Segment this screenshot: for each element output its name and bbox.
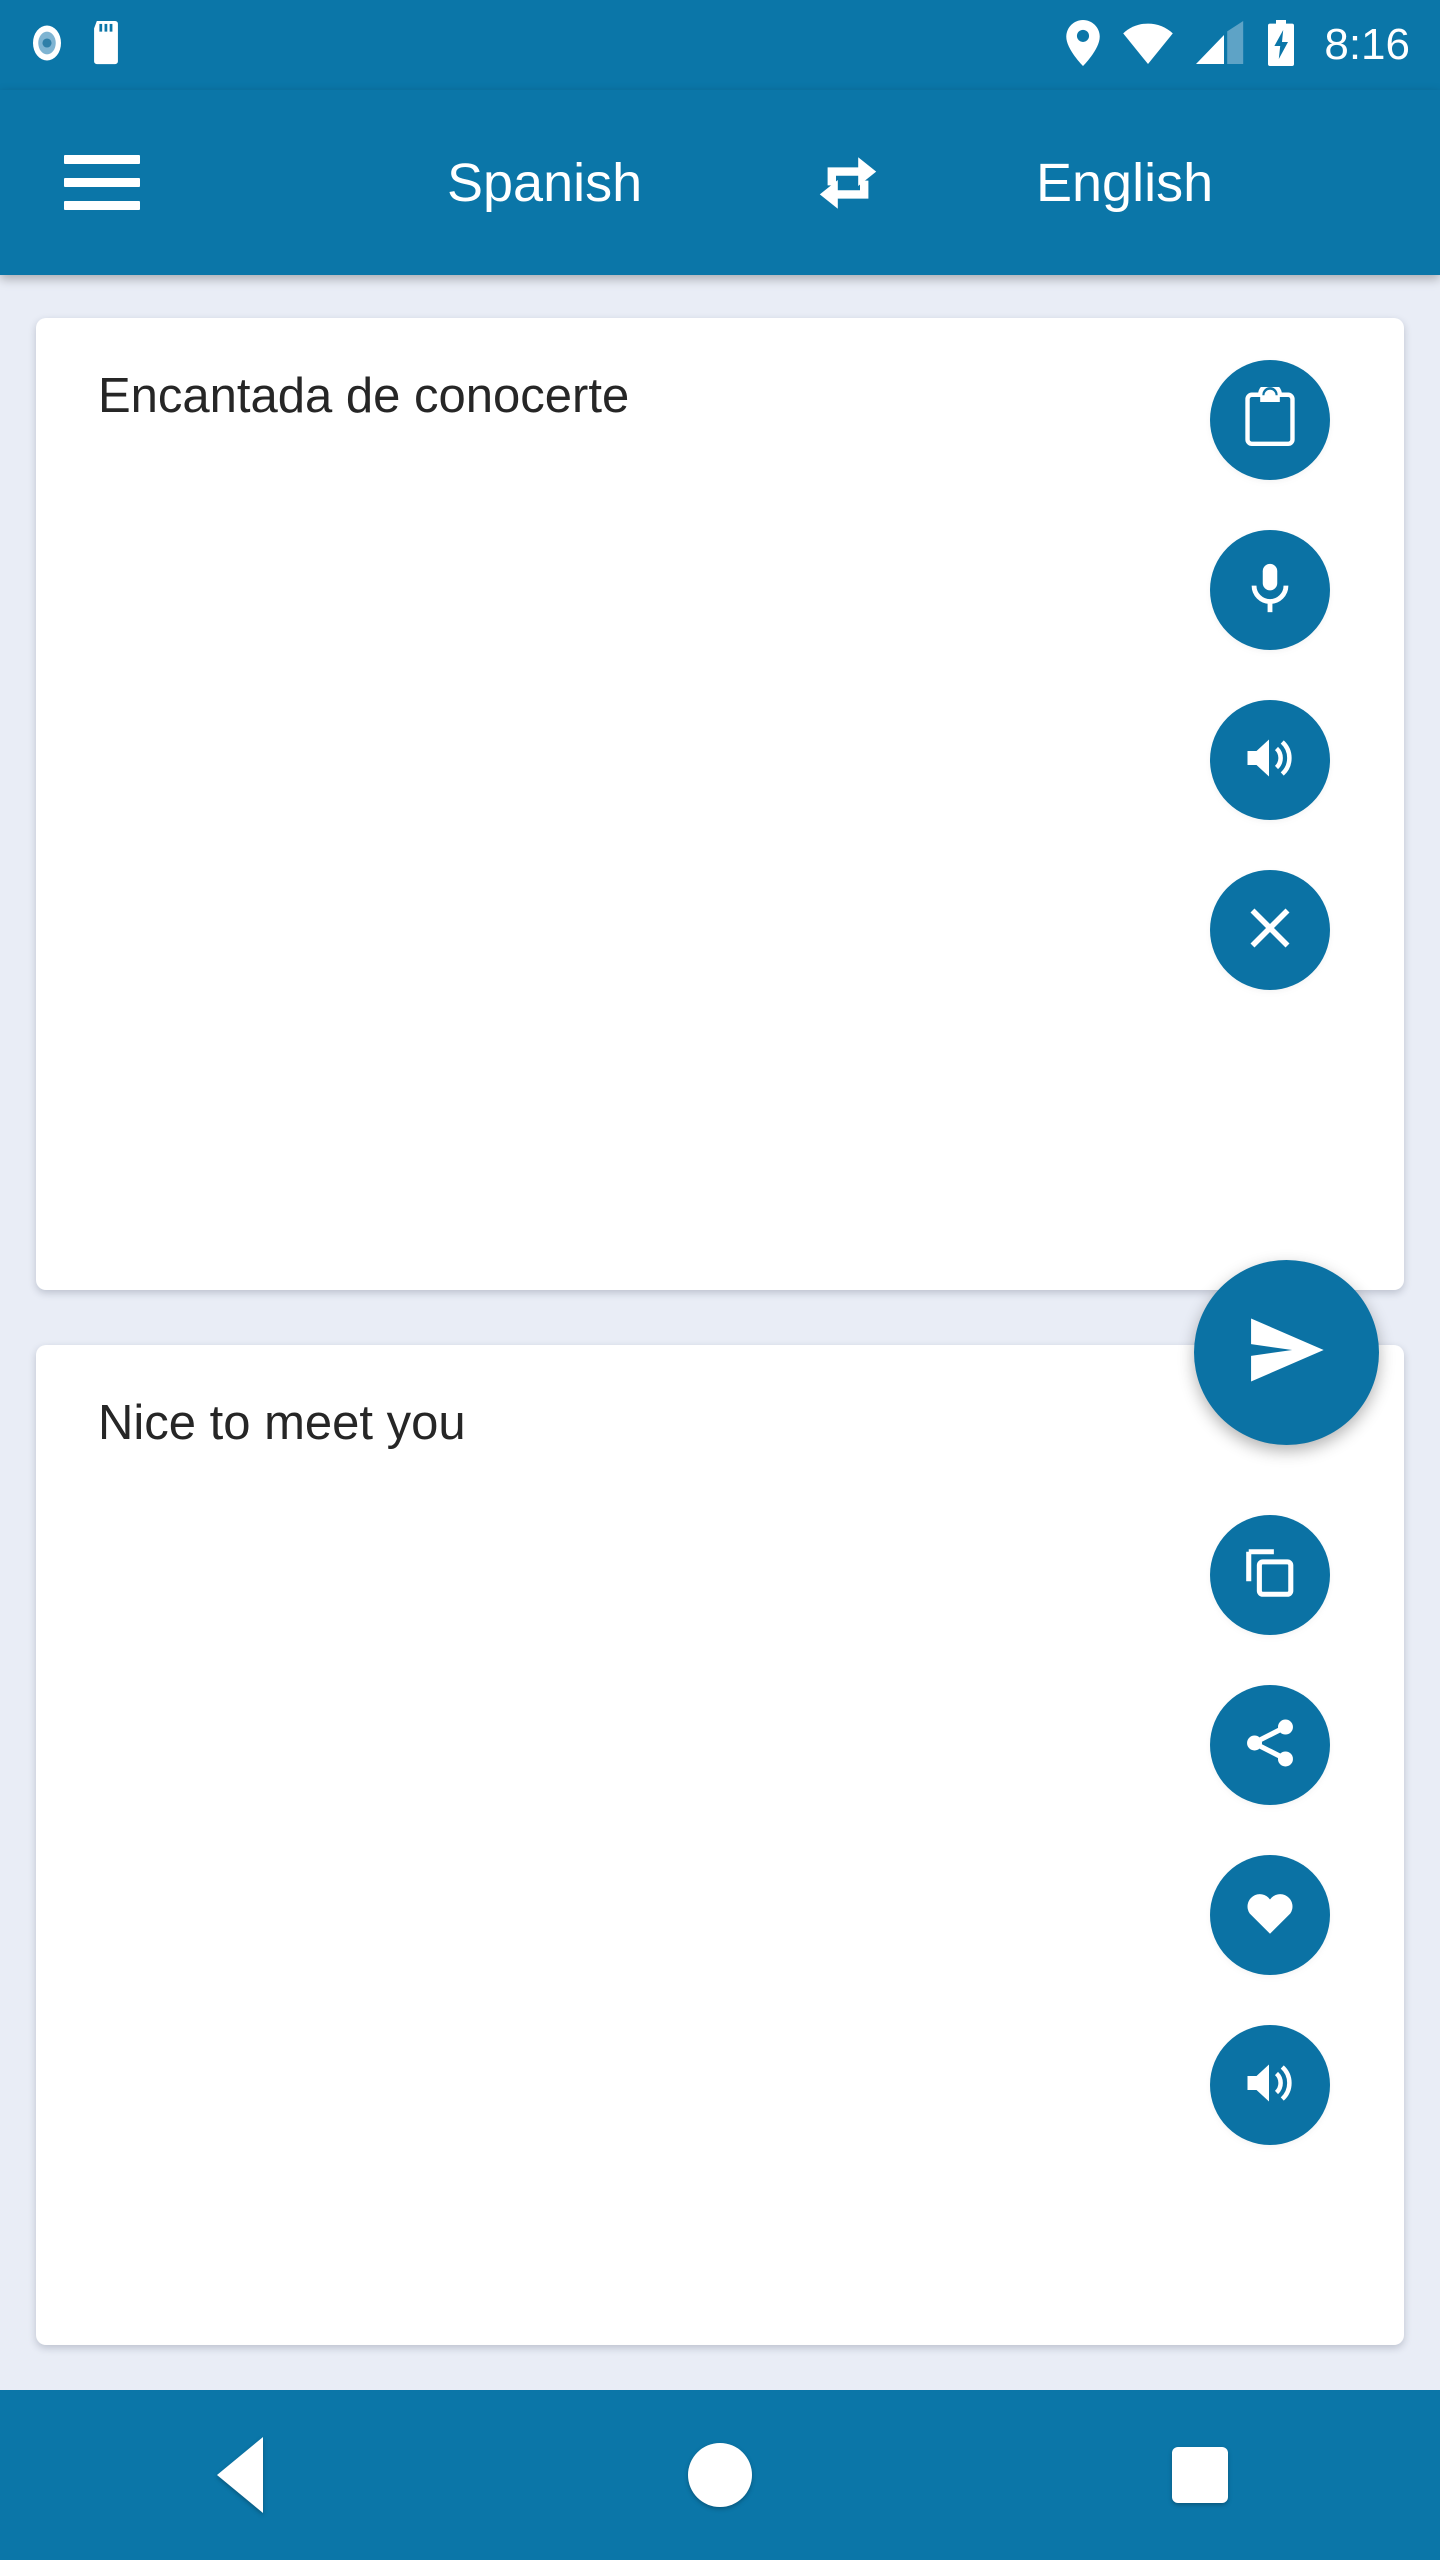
speak-source-button[interactable] xyxy=(1210,700,1330,820)
source-language-selector[interactable]: Spanish xyxy=(447,152,642,214)
status-bar-notifications xyxy=(26,20,124,70)
back-triangle-icon xyxy=(217,2437,263,2513)
sd-card-icon xyxy=(88,20,124,70)
source-text[interactable]: Encantada de conocerte xyxy=(98,366,1104,427)
heart-icon xyxy=(1241,1884,1299,1947)
voice-input-button[interactable] xyxy=(1210,530,1330,650)
signal-bars-icon xyxy=(1196,20,1244,70)
speaker-icon xyxy=(1240,728,1300,793)
target-text: Nice to meet you xyxy=(98,1396,466,1450)
translate-send-button[interactable] xyxy=(1194,1260,1379,1445)
home-circle-icon xyxy=(688,2443,752,2507)
nav-recents-button[interactable] xyxy=(1110,2390,1290,2560)
microphone-icon xyxy=(1241,559,1299,622)
clear-button[interactable] xyxy=(1210,870,1330,990)
status-bar: 8:16 xyxy=(0,0,1440,90)
location-pin-icon xyxy=(1066,19,1101,71)
close-icon xyxy=(1242,900,1298,961)
app-bar: Spanish English xyxy=(0,90,1440,275)
target-language-selector[interactable]: English xyxy=(1036,152,1213,214)
nav-back-button[interactable] xyxy=(150,2390,330,2560)
source-actions xyxy=(1210,360,1330,990)
copy-button[interactable] xyxy=(1210,1515,1330,1635)
favorite-button[interactable] xyxy=(1210,1855,1330,1975)
target-actions xyxy=(1210,1515,1330,2145)
hamburger-menu-icon[interactable] xyxy=(64,155,140,210)
status-bar-system-icons: 8:16 xyxy=(1066,19,1410,71)
send-icon xyxy=(1243,1306,1331,1399)
screen-record-icon xyxy=(26,22,68,69)
wifi-icon xyxy=(1122,21,1174,70)
speak-target-button[interactable] xyxy=(1210,2025,1330,2145)
paste-button[interactable] xyxy=(1210,360,1330,480)
target-text-card[interactable]: Nice to meet you xyxy=(36,1345,1404,2345)
clipboard-icon xyxy=(1239,382,1301,454)
battery-charging-icon xyxy=(1266,19,1296,71)
nav-home-button[interactable] xyxy=(630,2390,810,2560)
app-screen: 8:16 Spanish English Encantada de conoce… xyxy=(0,0,1440,2560)
source-text-card[interactable]: Encantada de conocerte xyxy=(36,318,1404,1290)
share-icon xyxy=(1241,1714,1299,1777)
copy-icon xyxy=(1241,1544,1299,1607)
swap-languages-icon[interactable] xyxy=(812,147,884,219)
android-navigation-bar xyxy=(0,2390,1440,2560)
recents-square-icon xyxy=(1172,2447,1228,2503)
speaker-icon xyxy=(1240,2053,1300,2118)
status-bar-clock: 8:16 xyxy=(1324,20,1410,69)
share-button[interactable] xyxy=(1210,1685,1330,1805)
